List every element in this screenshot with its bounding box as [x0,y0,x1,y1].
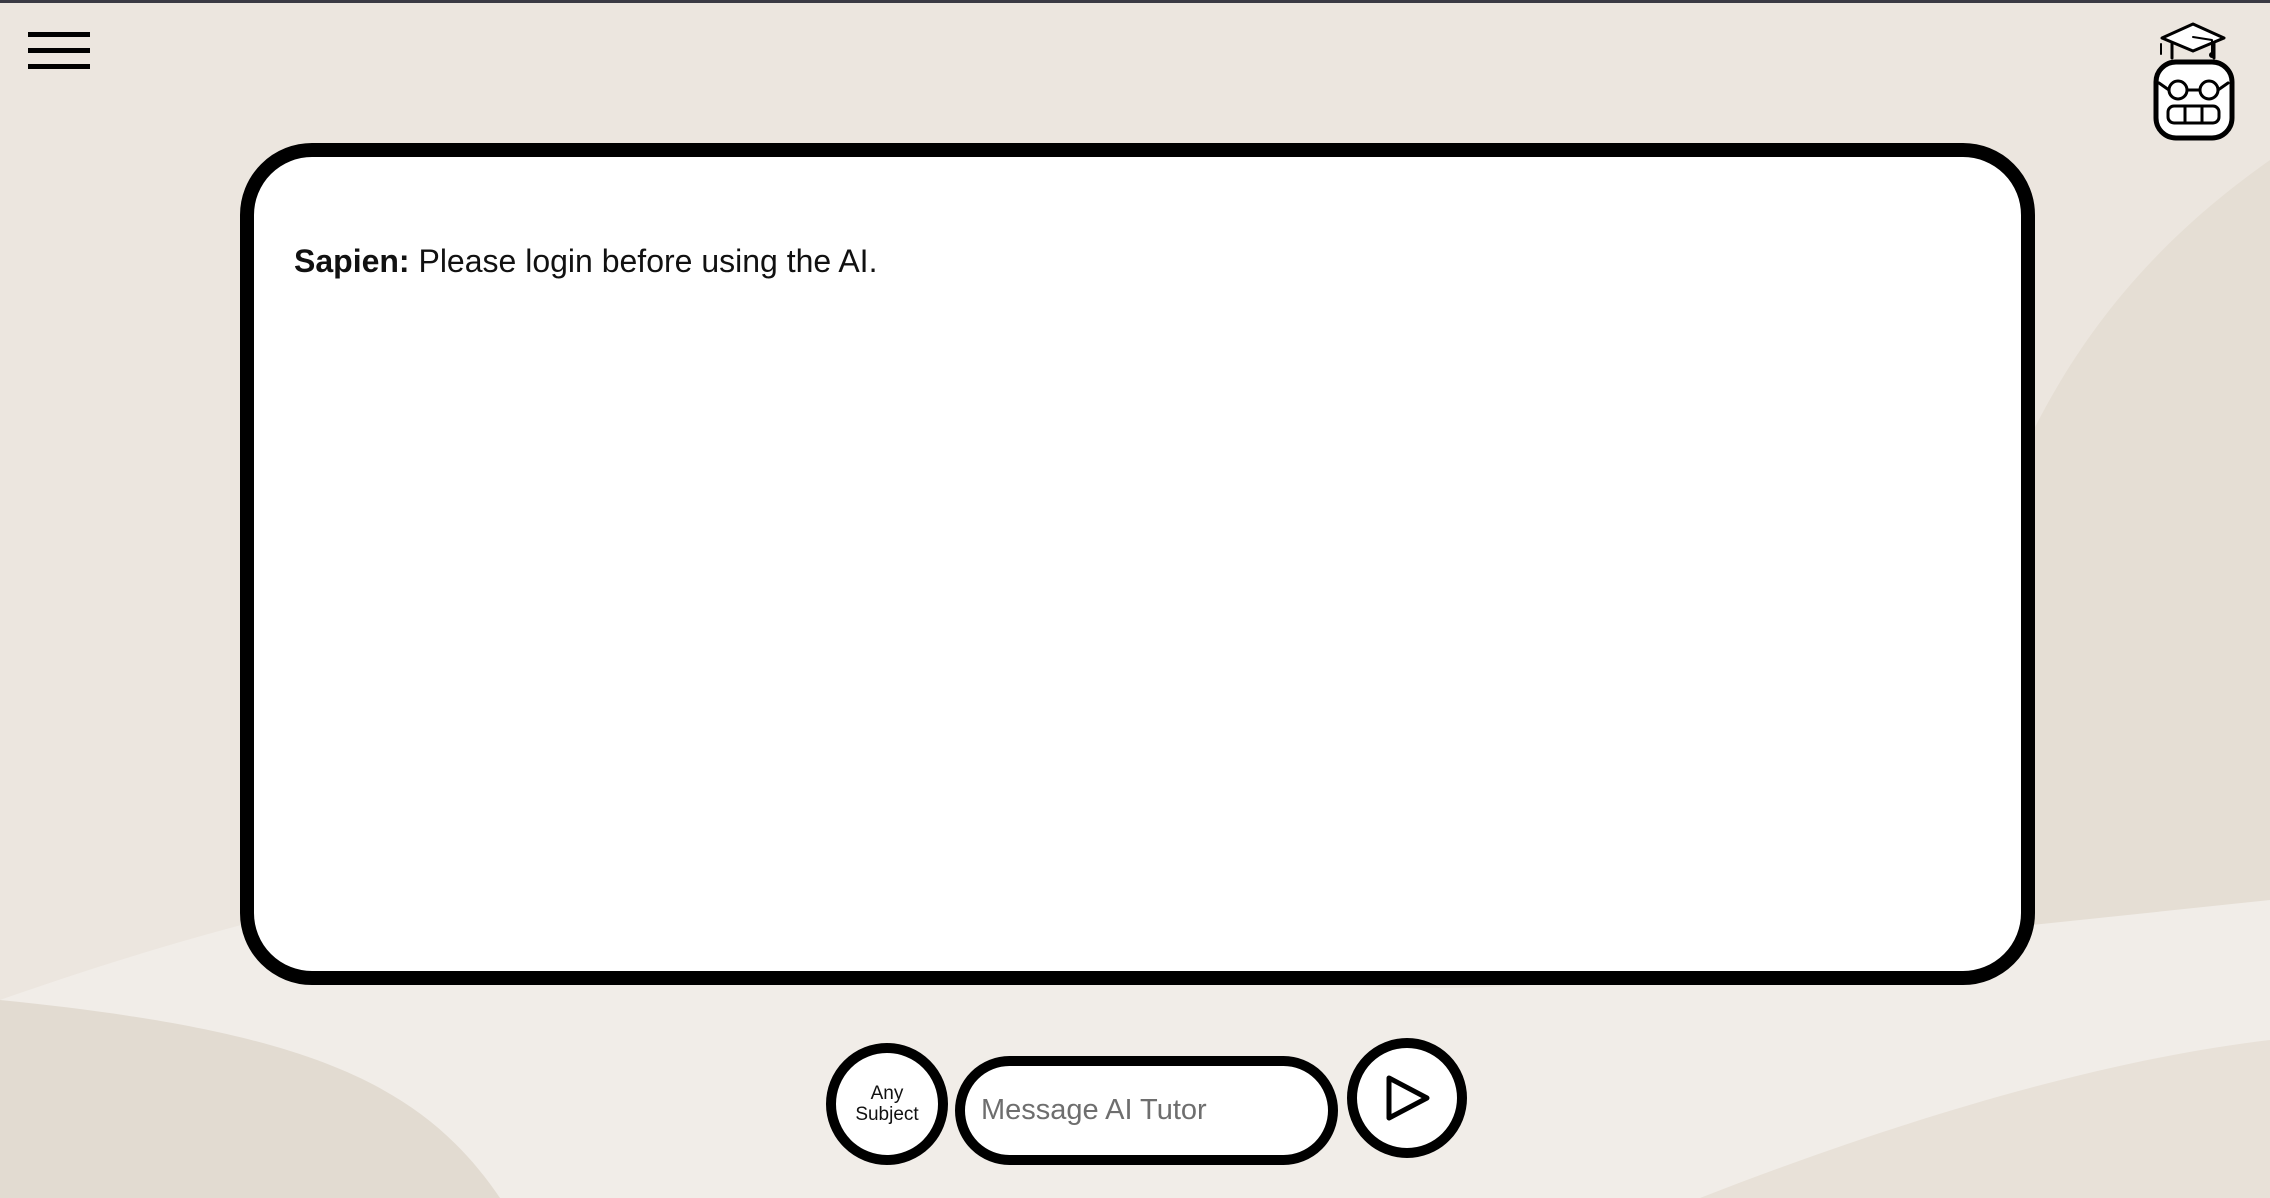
message-text: Please login before using the AI. [409,243,878,279]
subject-label-line1: Any [870,1083,904,1104]
subject-select-button[interactable]: Any Subject [826,1043,948,1165]
send-button[interactable] [1347,1038,1467,1158]
menu-bar [28,48,90,53]
chat-message: Sapien: Please login before using the AI… [294,241,877,281]
play-triangle-icon [1386,1075,1430,1121]
menu-bar [28,32,90,37]
message-speaker: Sapien: [294,243,410,279]
chat-panel: Sapien: Please login before using the AI… [240,143,2035,985]
message-input[interactable] [955,1056,1338,1165]
robot-graduation-cap-icon[interactable] [2148,20,2238,144]
hamburger-menu-icon[interactable] [28,30,90,72]
subject-label-line2: Subject [855,1104,919,1125]
menu-bar [28,64,90,69]
